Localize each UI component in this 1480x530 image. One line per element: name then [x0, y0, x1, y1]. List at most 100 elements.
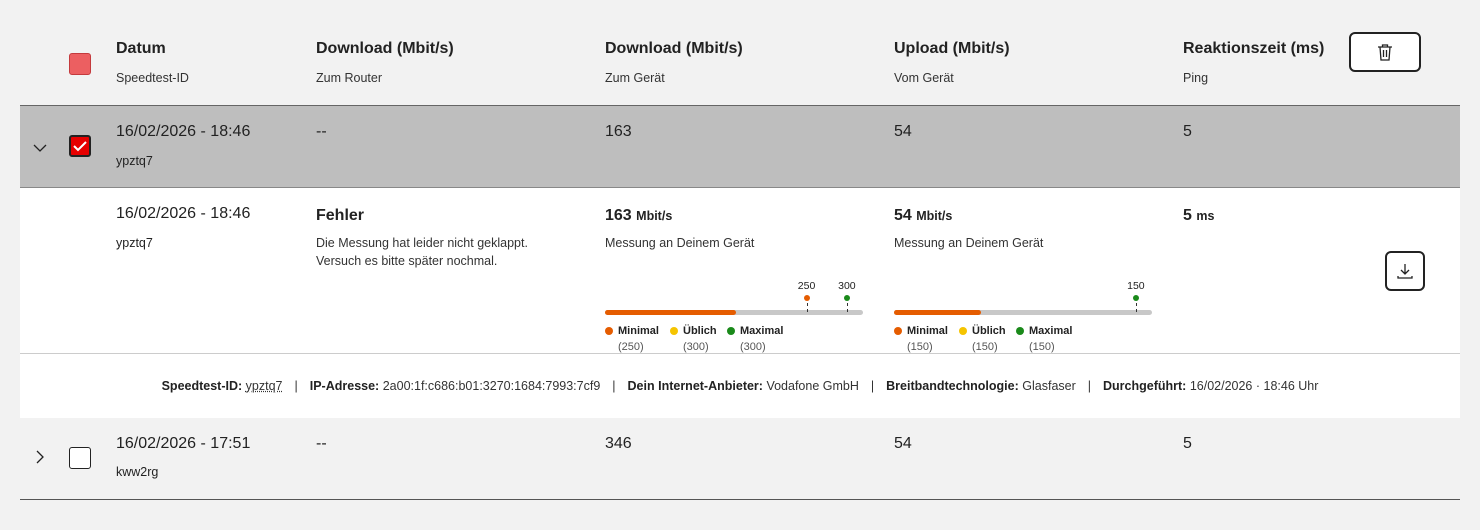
info-tech-value: Glasfaser — [1022, 379, 1076, 393]
upload-gauge-fill — [894, 310, 982, 315]
info-provider-value: Vodafone GmbH — [766, 379, 859, 393]
download-report-button[interactable] — [1385, 251, 1425, 291]
speedtest-info-bar: Speedtest-ID: ypztq7 | IP-Adresse: 2a00:… — [20, 354, 1460, 418]
download-gauge: 250 300 Minimal (250) Üblich (300) Maximal (300… — [605, 258, 863, 353]
download-result: 163 Mbit/s — [605, 207, 672, 225]
header-upload-sub: Vom Gerät — [894, 71, 954, 85]
info-separator: | — [612, 379, 616, 393]
header-ping-title: Reaktionszeit (ms) — [1183, 40, 1325, 57]
row-checkbox[interactable] — [69, 447, 91, 469]
download-legend-label: Minimal — [618, 325, 659, 337]
upload-result-unit: Mbit/s — [916, 209, 953, 223]
select-all-checkbox[interactable] — [69, 53, 91, 75]
upload-legend-dot — [959, 327, 967, 336]
download-legend-item: Üblich (300) — [670, 325, 717, 353]
info-done-value: 16/02/2026 · 18:46 Uhr — [1189, 379, 1319, 393]
ping-result-value: 5 — [1183, 207, 1192, 224]
row-router-value: -- — [316, 123, 327, 140]
download-result-unit: Mbit/s — [636, 209, 673, 223]
ping-result: 5 ms — [1183, 207, 1214, 225]
download-legend-dot — [605, 327, 613, 336]
upload-result-value: 54 — [894, 207, 912, 224]
delete-button[interactable] — [1349, 32, 1421, 72]
info-provider-label: Dein Internet-Anbieter: — [627, 379, 763, 393]
row-upload-value: 54 — [894, 435, 912, 452]
header-device-down-title: Download (Mbit/s) — [605, 40, 743, 57]
row-date: 16/02/2026 - 18:46 — [116, 123, 251, 140]
row-download-value: 163 — [605, 123, 632, 140]
upload-legend-item: Üblich (150) — [959, 325, 1006, 353]
table-row[interactable]: 16/02/2026 - 18:46 ypztq7 -- 163 54 5 — [20, 105, 1460, 188]
download-caption: Messung an Deinem Gerät — [605, 236, 755, 250]
info-separator: | — [294, 379, 298, 393]
header-device-down-sub: Zum Gerät — [605, 71, 665, 85]
download-legend-value: (250) — [618, 341, 644, 353]
download-marker-label: 300 — [838, 280, 856, 292]
upload-legend-value: (150) — [972, 341, 998, 353]
row-ping-value: 5 — [1183, 435, 1192, 452]
upload-marker-label: 150 — [1127, 280, 1145, 292]
upload-legend-label: Maximal — [1029, 325, 1073, 337]
download-marker-label: 250 — [797, 280, 816, 292]
detail-date: 16/02/2026 - 18:46 — [116, 205, 251, 222]
download-legend-label: Maximal — [740, 325, 784, 337]
trash-icon — [1378, 44, 1392, 61]
header-ping-sub: Ping — [1183, 71, 1209, 85]
upload-gauge-bar — [894, 310, 1152, 315]
row-detail-panel: 16/02/2026 - 18:46 ypztq7 Fehler Die Mes… — [20, 188, 1460, 354]
error-title: Fehler — [316, 207, 365, 224]
info-ip-label: IP-Adresse: — [309, 379, 380, 393]
upload-caption: Messung an Deinem Gerät — [894, 236, 1044, 250]
download-legend-dot — [670, 327, 678, 336]
download-icon — [1397, 264, 1413, 279]
download-marker-dot — [843, 295, 850, 301]
info-separator: | — [1087, 379, 1092, 393]
chevron-right-icon[interactable] — [33, 450, 47, 464]
upload-legend-value: (150) — [1029, 341, 1055, 353]
download-marker-line — [846, 303, 848, 312]
upload-marker-dot — [1132, 295, 1139, 301]
upload-legend-value: (150) — [907, 341, 933, 353]
row-speedtest-id: ypztq7 — [116, 154, 153, 168]
checkmark-icon — [73, 141, 87, 152]
download-legend-label: Üblich — [683, 325, 717, 337]
upload-gauge: 150 Minimal (150) Üblich (150) Maximal (150) — [894, 258, 1152, 353]
download-legend-value: (300) — [683, 341, 709, 353]
info-ip-value: 2a00:1f:c686:b01:3270:1684:7993:7cf9 — [382, 379, 601, 393]
info-id-label: Speedtest-ID: — [161, 379, 243, 393]
info-done-label: Durchgeführt: — [1103, 379, 1187, 393]
info-tech-label: Breitbandtechnologie: — [886, 379, 1019, 393]
info-separator: | — [870, 379, 875, 393]
download-result-value: 163 — [605, 207, 632, 224]
download-legend-value: (300) — [740, 341, 766, 353]
row-checkbox[interactable] — [69, 135, 91, 157]
error-text: Die Messung hat leider nicht geklappt. V… — [316, 236, 528, 268]
header-date-title: Datum — [116, 40, 166, 57]
info-id-value: ypztq7 — [245, 379, 283, 393]
download-marker-line — [806, 303, 808, 312]
chevron-down-icon[interactable] — [33, 141, 47, 155]
upload-marker-line — [1135, 303, 1137, 312]
row-ping-value: 5 — [1183, 123, 1192, 140]
header-router-sub: Zum Router — [316, 71, 382, 85]
header-upload-title: Upload (Mbit/s) — [894, 40, 1010, 57]
upload-legend-item: Maximal (150) — [1016, 325, 1073, 353]
upload-result: 54 Mbit/s — [894, 207, 952, 225]
ping-result-unit: ms — [1196, 209, 1215, 223]
download-gauge-bar — [605, 310, 863, 315]
upload-legend-dot — [1016, 327, 1024, 336]
download-legend-item: Minimal (250) — [605, 325, 659, 353]
download-gauge-fill — [605, 310, 737, 315]
upload-legend-label: Üblich — [972, 325, 1006, 337]
download-legend-dot — [727, 327, 735, 336]
row-upload-value: 54 — [894, 123, 912, 140]
upload-legend-label: Minimal — [907, 325, 948, 337]
table-row[interactable]: 16/02/2026 - 17:51 kww2rg -- 346 54 5 — [20, 418, 1460, 500]
row-date: 16/02/2026 - 17:51 — [116, 435, 251, 452]
row-download-value: 346 — [605, 435, 632, 452]
row-router-value: -- — [316, 435, 327, 452]
download-legend-item: Maximal (300) — [727, 325, 784, 353]
header-router-title: Download (Mbit/s) — [316, 40, 454, 57]
upload-legend-dot — [894, 327, 902, 336]
download-marker-dot — [803, 295, 810, 301]
